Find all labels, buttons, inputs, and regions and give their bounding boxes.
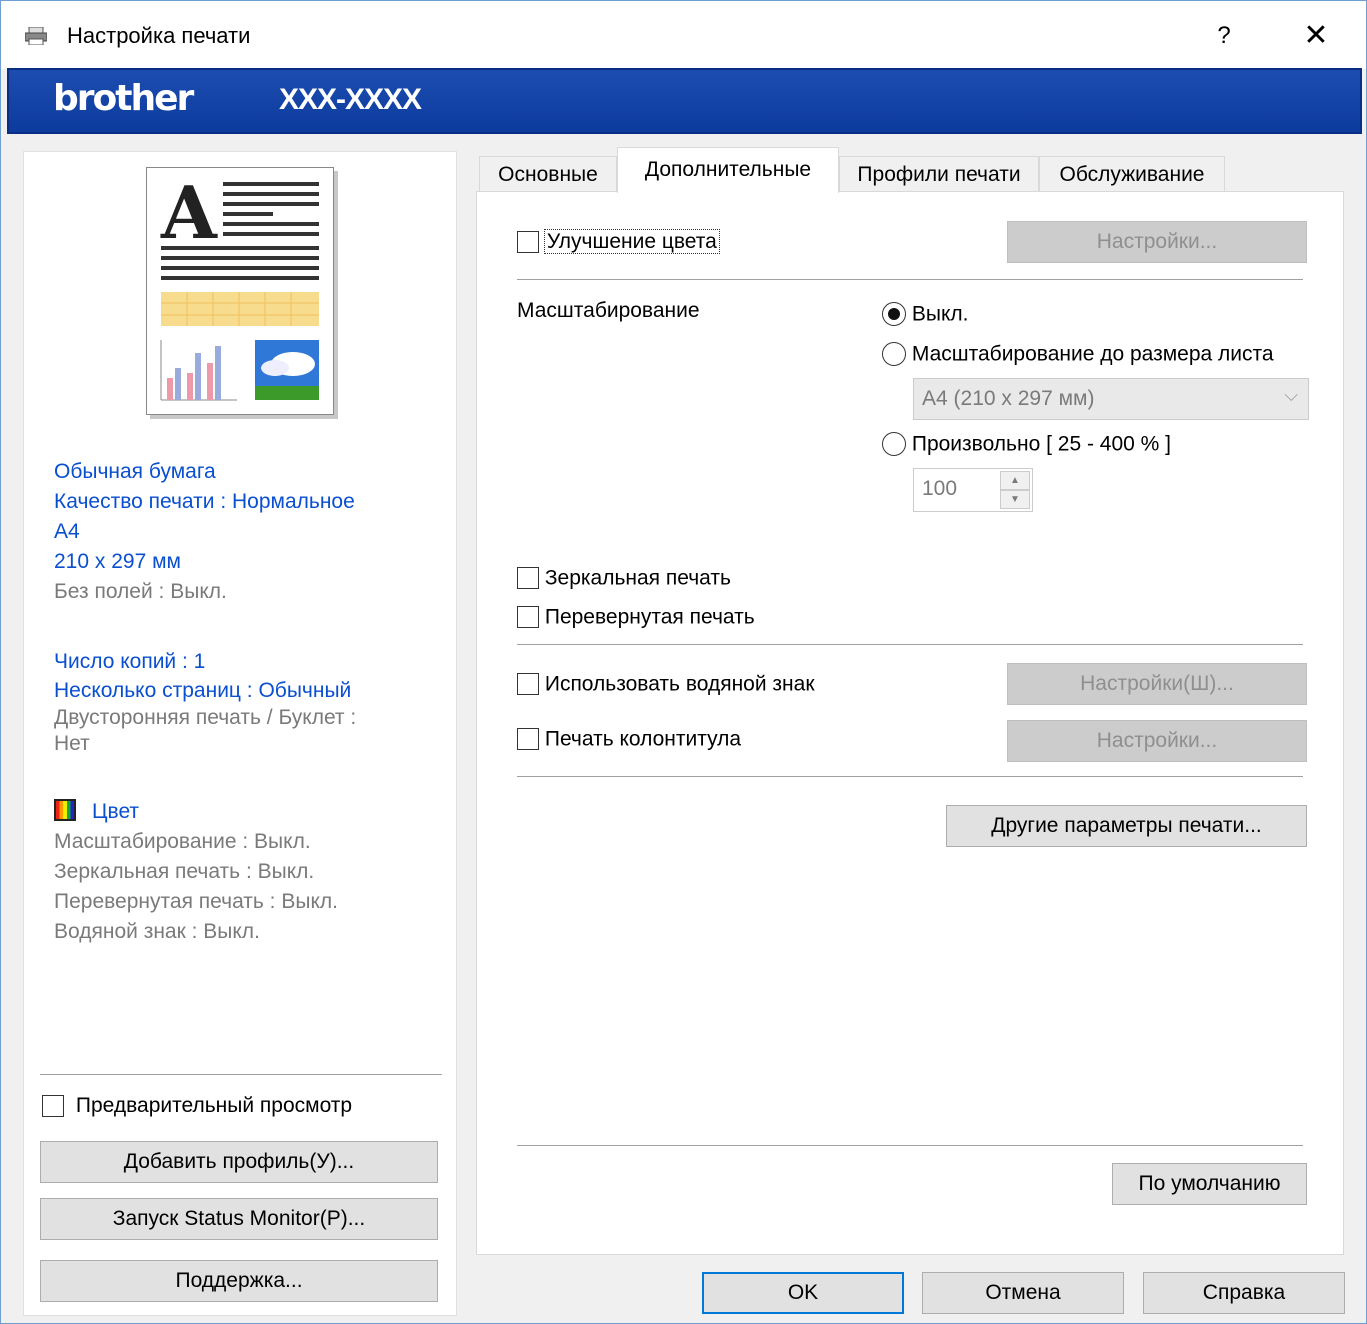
print-settings-window: Настройка печати ? ✕ brother XXX-XXXX A (0, 0, 1367, 1324)
watermark-status: Водяной знак : Выкл. (54, 920, 260, 943)
support-button[interactable]: Поддержка... (40, 1260, 438, 1302)
header-footer-checkbox[interactable] (517, 728, 539, 751)
page-preview-thumbnail: A (146, 167, 334, 415)
title-bar: Настройка печати ? ✕ (1, 1, 1366, 69)
header-footer-label: Печать колонтитула (544, 727, 742, 751)
reverse-print-row[interactable]: Перевернутая печать (517, 605, 755, 629)
left-separator (40, 1074, 442, 1075)
stepper-up-icon[interactable]: ▲ (1000, 471, 1030, 490)
preview-checkbox[interactable] (42, 1095, 64, 1118)
paper-size: A4 (54, 520, 80, 543)
fit-paper-size-select[interactable]: A4 (210 x 297 мм) ⌵ (913, 378, 1309, 420)
color-info: Цвет Масштабирование : Выкл. Зеркальная … (54, 797, 338, 947)
copies-count: Число копий : 1 (54, 650, 206, 673)
other-print-options-button[interactable]: Другие параметры печати... (946, 805, 1307, 847)
add-profile-button[interactable]: Добавить профиль(У)... (40, 1141, 438, 1183)
color-enhance-row[interactable]: Улучшение цвета (517, 229, 720, 255)
summary-panel: A Обычная бумага Качество печати: Норма… (23, 151, 457, 1316)
ok-button[interactable]: OK (702, 1272, 904, 1314)
tab-print-profiles[interactable]: Профили печати (839, 156, 1039, 192)
watermark-label: Использовать водяной знак (544, 672, 815, 696)
custom-scale-stepper[interactable]: 100 ▲ ▼ (913, 468, 1033, 512)
duplex-status-value: Нет (54, 732, 90, 755)
chevron-down-icon: ⌵ (1284, 385, 1298, 405)
brother-logo: brother (53, 78, 194, 119)
watermark-row[interactable]: Использовать водяной знак (517, 672, 815, 696)
color-icon (54, 799, 76, 821)
mirror-print-row[interactable]: Зеркальная печать (517, 566, 731, 590)
mirror-print-checkbox[interactable] (517, 567, 539, 590)
reverse-print-checkbox[interactable] (517, 606, 539, 629)
preview-checkbox-row[interactable]: Предварительный просмотр (42, 1094, 352, 1118)
separator-2 (517, 644, 1303, 645)
color-enhance-label: Улучшение цвета (543, 229, 720, 255)
mirror-print-label: Зеркальная печать (544, 566, 731, 590)
tab-maintenance[interactable]: Обслуживание (1039, 156, 1225, 192)
separator-3 (517, 776, 1303, 777)
scale-fit-radio[interactable] (882, 342, 906, 367)
preview-label: Предварительный просмотр (75, 1094, 353, 1118)
scale-custom-label: Произвольно [ 25 - 400 % ] (911, 432, 1172, 456)
watermark-checkbox[interactable] (517, 673, 539, 696)
paper-type: Обычная бумага (54, 460, 216, 483)
paper-dimensions: 210 x 297 мм (54, 550, 181, 573)
help-button[interactable]: ? (1207, 19, 1241, 53)
duplex-status: Двусторонняя печать / Буклет : (54, 706, 357, 729)
custom-scale-value: 100 (922, 477, 958, 500)
borderless-status: Без полей : Выкл. (54, 580, 227, 603)
scale-off-option[interactable]: Выкл. (882, 302, 969, 327)
scale-fit-label: Масштабирование до размера листа (911, 342, 1274, 366)
header-footer-row[interactable]: Печать колонтитула (517, 727, 741, 751)
copies-info: Число копий : 1 Несколько страниц : Обыч… (54, 647, 356, 757)
scale-custom-radio[interactable] (882, 432, 906, 457)
scale-fit-option[interactable]: Масштабирование до размера листа (882, 342, 1274, 367)
separator-1 (517, 279, 1303, 280)
printer-icon (25, 27, 47, 45)
document-preview-icon: A (160, 170, 319, 401)
help-dialog-button[interactable]: Справка (1143, 1272, 1345, 1314)
advanced-tab-panel: Улучшение цвета Настройки... Масштабиров… (476, 191, 1344, 1255)
cancel-button[interactable]: Отмена (922, 1272, 1124, 1314)
header-footer-settings-button[interactable]: Настройки... (1007, 720, 1307, 762)
print-quality: Качество печати : Нормальное (54, 490, 355, 513)
scale-off-radio[interactable] (882, 302, 906, 327)
separator-4 (517, 1145, 1303, 1146)
printer-model: XXX-XXXX (279, 83, 422, 116)
default-button[interactable]: По умолчанию (1112, 1163, 1307, 1205)
scaling-label: Масштабирование (517, 299, 700, 322)
tab-advanced[interactable]: Дополнительные (617, 147, 839, 193)
fit-paper-size-value: A4 (210 x 297 мм) (922, 387, 1095, 410)
stepper-down-icon[interactable]: ▼ (1000, 490, 1030, 509)
reverse-status: Перевернутая печать : Выкл. (54, 890, 338, 913)
tab-basic[interactable]: Основные (479, 156, 617, 192)
multipage-status: Несколько страниц : Обычный (54, 679, 352, 702)
mirror-status: Зеркальная печать : Выкл. (54, 860, 315, 883)
window-title: Настройка печати (67, 23, 251, 48)
color-enhance-checkbox[interactable] (517, 231, 539, 254)
color-mode: Цвет (92, 800, 140, 823)
brand-banner: brother XXX-XXXX (7, 68, 1362, 134)
color-settings-button[interactable]: Настройки... (1007, 221, 1307, 263)
svg-text:A: A (160, 170, 218, 255)
close-button[interactable]: ✕ (1299, 19, 1333, 53)
reverse-print-label: Перевернутая печать (544, 605, 755, 629)
status-monitor-button[interactable]: Запуск Status Monitor(P)... (40, 1198, 438, 1240)
paper-info: Обычная бумага Качество печати : Нормаль… (54, 457, 355, 607)
scale-off-label: Выкл. (911, 302, 969, 326)
scale-custom-option[interactable]: Произвольно [ 25 - 400 % ] (882, 432, 1172, 457)
scaling-status: Масштабирование : Выкл. (54, 830, 311, 853)
watermark-settings-button[interactable]: Настройки(Ш)... (1007, 663, 1307, 705)
